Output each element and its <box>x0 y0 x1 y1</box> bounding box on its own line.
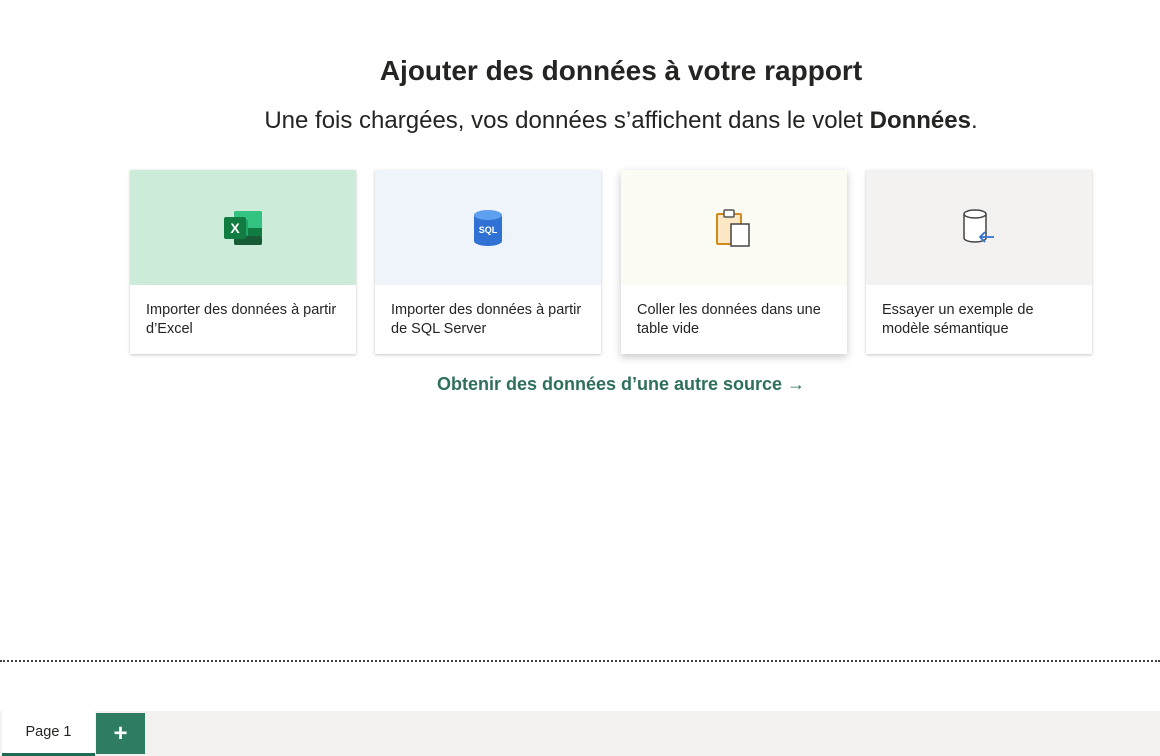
paste-icon <box>716 208 750 247</box>
get-data-other-source-link[interactable]: Obtenir des données d’une autre source → <box>0 374 1160 395</box>
plus-icon: + <box>113 720 128 747</box>
sample-model-icon <box>963 208 994 243</box>
import-sql-server-card[interactable]: SQL Importer des données à partir de SQL… <box>375 170 601 354</box>
card-label: Importer des données à partir de SQL Ser… <box>391 302 582 337</box>
svg-text:X: X <box>230 220 240 236</box>
card-hero <box>866 170 1092 285</box>
sql-icon-text: SQL <box>479 225 498 235</box>
page-boundary-divider <box>0 660 1160 662</box>
import-excel-card[interactable]: X Importer des données à partir d’Excel <box>130 170 356 354</box>
page-tab-bar: Page 1 + <box>0 711 1160 756</box>
subtitle-text: Une fois chargées, vos données s’affiche… <box>264 107 870 134</box>
sample-model-card[interactable]: Essayer un exemple de modèle sémantique <box>866 170 1092 354</box>
page-subtitle: Une fois chargées, vos données s’affiche… <box>0 107 1160 135</box>
add-page-button[interactable]: + <box>96 713 145 754</box>
tab-page-1[interactable]: Page 1 <box>2 711 95 756</box>
card-hero: SQL <box>375 170 601 285</box>
subtitle-data-pane: Données <box>869 107 971 134</box>
card-label: Essayer un exemple de modèle sémantique <box>882 302 1034 337</box>
excel-icon: X <box>224 210 262 245</box>
card-label: Importer des données à partir d’Excel <box>146 302 337 337</box>
subtitle-period: . <box>970 107 978 134</box>
card-label: Coller les données dans une table vide <box>637 302 821 337</box>
card-hero: X <box>130 170 356 285</box>
card-hero <box>621 170 847 285</box>
page-title: Ajouter des données à votre rapport <box>379 55 863 86</box>
sql-server-icon: SQL <box>474 209 502 246</box>
paste-data-card[interactable]: Coller les données dans une table vide <box>621 170 847 354</box>
